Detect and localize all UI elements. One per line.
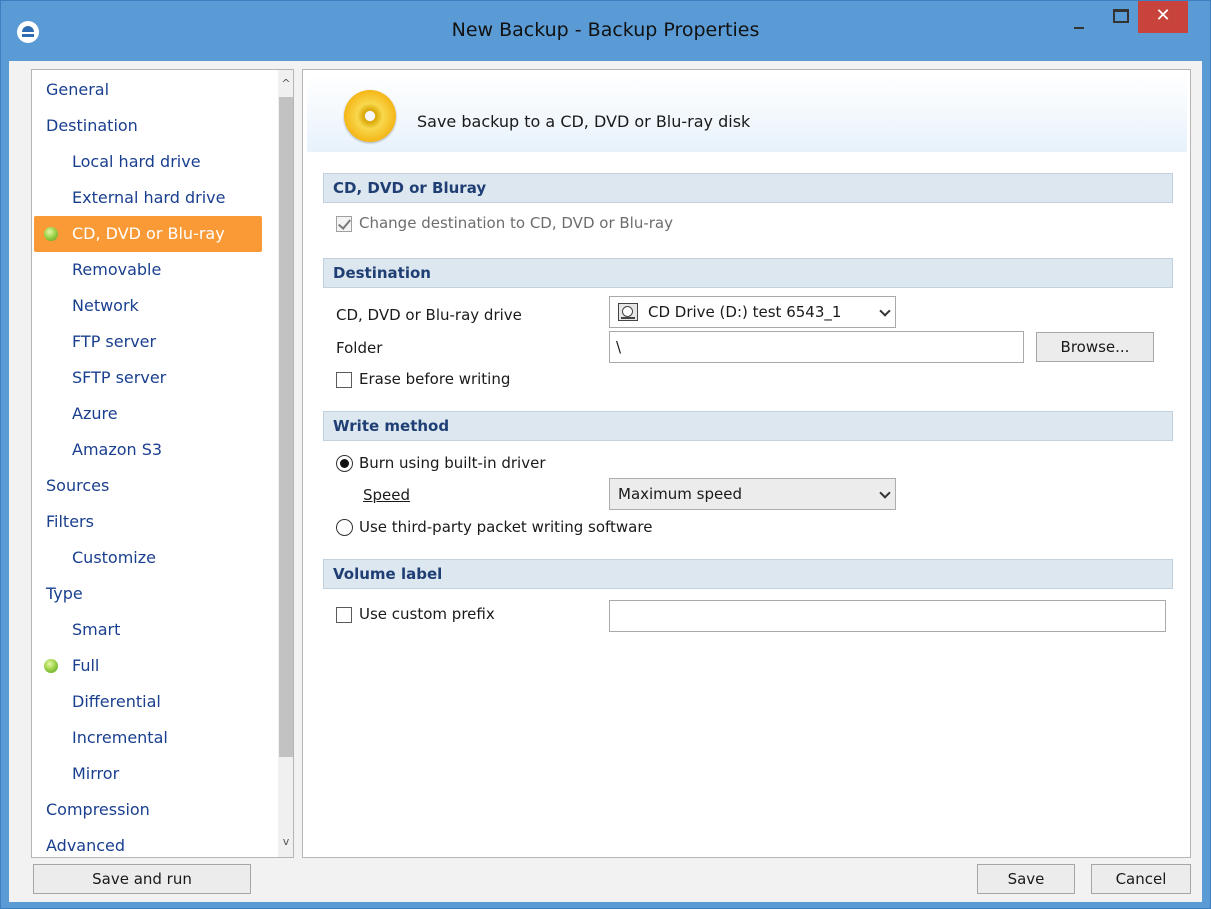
title-bar[interactable]: New Backup - Backup Properties ✕ [1, 1, 1210, 61]
section-cd-dvd-bluray: CD, DVD or Bluray [323, 173, 1173, 203]
sidebar-item-label: CD, DVD or Blu-ray [72, 224, 225, 243]
sidebar-item-sftp-server[interactable]: SFTP server [32, 360, 278, 396]
sidebar-item-label: Customize [72, 548, 156, 567]
sidebar-item-removable[interactable]: Removable [32, 252, 278, 288]
sidebar-item-label: Filters [46, 512, 94, 531]
sidebar-item-label: Azure [72, 404, 118, 423]
sidebar-item-label: Mirror [72, 764, 120, 783]
scroll-thumb[interactable] [279, 97, 293, 757]
burn-builtin-label: Burn using built-in driver [359, 454, 546, 472]
sidebar-item-label: Full [72, 656, 100, 675]
sidebar-item-label: General [46, 80, 110, 99]
sidebar-item-compression[interactable]: Compression [32, 792, 278, 828]
erase-before-writing-checkbox[interactable] [336, 372, 352, 388]
sidebar-item-type[interactable]: Type [32, 576, 278, 612]
sidebar-item-label: Advanced [46, 836, 126, 855]
save-and-run-button[interactable]: Save and run [33, 864, 251, 894]
status-bullet-icon [44, 659, 58, 673]
browse-button[interactable]: Browse... [1036, 332, 1154, 362]
sidebar-item-label: Compression [46, 800, 150, 819]
drive-select-value: CD Drive (D:) test 6543_1 [648, 303, 842, 321]
third-party-label: Use third-party packet writing software [359, 518, 653, 536]
chevron-down-icon [879, 487, 891, 499]
sidebar-nav: General Destination Local hard drive Extern… [31, 69, 294, 858]
custom-prefix-label: Use custom prefix [359, 605, 495, 623]
third-party-radio[interactable] [336, 519, 353, 536]
sidebar-item-destination[interactable]: Destination [32, 108, 278, 144]
minimize-button[interactable] [1064, 1, 1094, 43]
sidebar-item-label: Type [46, 584, 83, 603]
custom-prefix-checkbox[interactable] [336, 607, 352, 623]
sidebar-item-label: Amazon S3 [72, 440, 163, 459]
burn-builtin-radio[interactable] [336, 455, 353, 472]
sidebar-item-label: Incremental [72, 728, 168, 747]
sidebar-item-label: Removable [72, 260, 162, 279]
sidebar-item-ftp-server[interactable]: FTP server [32, 324, 278, 360]
sidebar-scrollbar[interactable]: ^ v [278, 70, 293, 857]
scroll-down-arrow-icon[interactable]: v [278, 832, 293, 852]
sidebar-item-label: Local hard drive [72, 152, 201, 171]
sidebar-item-incremental[interactable]: Incremental [32, 720, 278, 756]
sidebar-item-external-hard-drive[interactable]: External hard drive [32, 180, 278, 216]
drive-select[interactable]: CD Drive (D:) test 6543_1 [609, 296, 896, 328]
sidebar-item-label: Destination [46, 116, 138, 135]
properties-panel: Save backup to a CD, DVD or Blu-ray disk… [302, 69, 1191, 858]
cancel-button[interactable]: Cancel [1091, 864, 1191, 894]
sidebar-item-cd-dvd-or-blu-ray[interactable]: CD, DVD or Blu-ray [34, 216, 262, 252]
section-volume-label: Volume label [323, 559, 1173, 589]
sidebar-item-label: External hard drive [72, 188, 226, 207]
speed-select-value: Maximum speed [618, 485, 742, 503]
sidebar-item-label: SFTP server [72, 368, 167, 387]
sidebar-item-network[interactable]: Network [32, 288, 278, 324]
panel-header-text: Save backup to a CD, DVD or Blu-ray disk [417, 112, 751, 131]
erase-before-writing-label: Erase before writing [359, 370, 511, 388]
sidebar-item-local-hard-drive[interactable]: Local hard drive [32, 144, 278, 180]
sidebar-item-mirror[interactable]: Mirror [32, 756, 278, 792]
sidebar-item-general[interactable]: General [32, 72, 278, 108]
close-button[interactable]: ✕ [1138, 1, 1188, 33]
status-bullet-icon [44, 227, 58, 241]
sidebar-item-amazon-s3[interactable]: Amazon S3 [32, 432, 278, 468]
dialog-body: General Destination Local hard drive Extern… [9, 61, 1202, 902]
cd-drive-icon [618, 303, 638, 321]
folder-label: Folder [336, 339, 383, 357]
section-write-method: Write method [323, 411, 1173, 441]
sidebar-item-label: FTP server [72, 332, 157, 351]
change-destination-checkbox[interactable] [336, 216, 352, 232]
scroll-up-arrow-icon[interactable]: ^ [278, 74, 293, 94]
sidebar-item-label: Smart [72, 620, 121, 639]
sidebar-item-advanced[interactable]: Advanced [32, 828, 278, 857]
window-title: New Backup - Backup Properties [451, 19, 760, 41]
maximize-button[interactable] [1104, 1, 1134, 43]
disc-icon [344, 90, 396, 142]
section-destination: Destination [323, 258, 1173, 288]
sidebar-item-differential[interactable]: Differential [32, 684, 278, 720]
sidebar-item-sources[interactable]: Sources [32, 468, 278, 504]
sidebar-item-label: Differential [72, 692, 161, 711]
drive-label: CD, DVD or Blu-ray drive [336, 306, 522, 324]
close-icon: ✕ [1155, 5, 1171, 26]
sidebar-item-customize[interactable]: Customize [32, 540, 278, 576]
change-destination-label: Change destination to CD, DVD or Blu-ray [359, 214, 673, 232]
sidebar-item-full[interactable]: Full [32, 648, 278, 684]
backup-properties-window: New Backup - Backup Properties ✕ General… [0, 0, 1211, 909]
save-button[interactable]: Save [977, 864, 1075, 894]
sidebar-item-label: Sources [46, 476, 110, 495]
custom-prefix-input[interactable] [609, 600, 1166, 632]
chevron-down-icon [879, 305, 891, 317]
panel-header: Save backup to a CD, DVD or Blu-ray disk [307, 74, 1187, 152]
speed-label: Speed [363, 486, 411, 504]
sidebar-item-azure[interactable]: Azure [32, 396, 278, 432]
sidebar-item-label: Network [72, 296, 139, 315]
sidebar-item-filters[interactable]: Filters [32, 504, 278, 540]
sidebar-item-smart[interactable]: Smart [32, 612, 278, 648]
sidebar-list: General Destination Local hard drive Extern… [32, 72, 278, 857]
folder-input[interactable]: \ [609, 331, 1024, 363]
speed-select[interactable]: Maximum speed [609, 478, 896, 510]
